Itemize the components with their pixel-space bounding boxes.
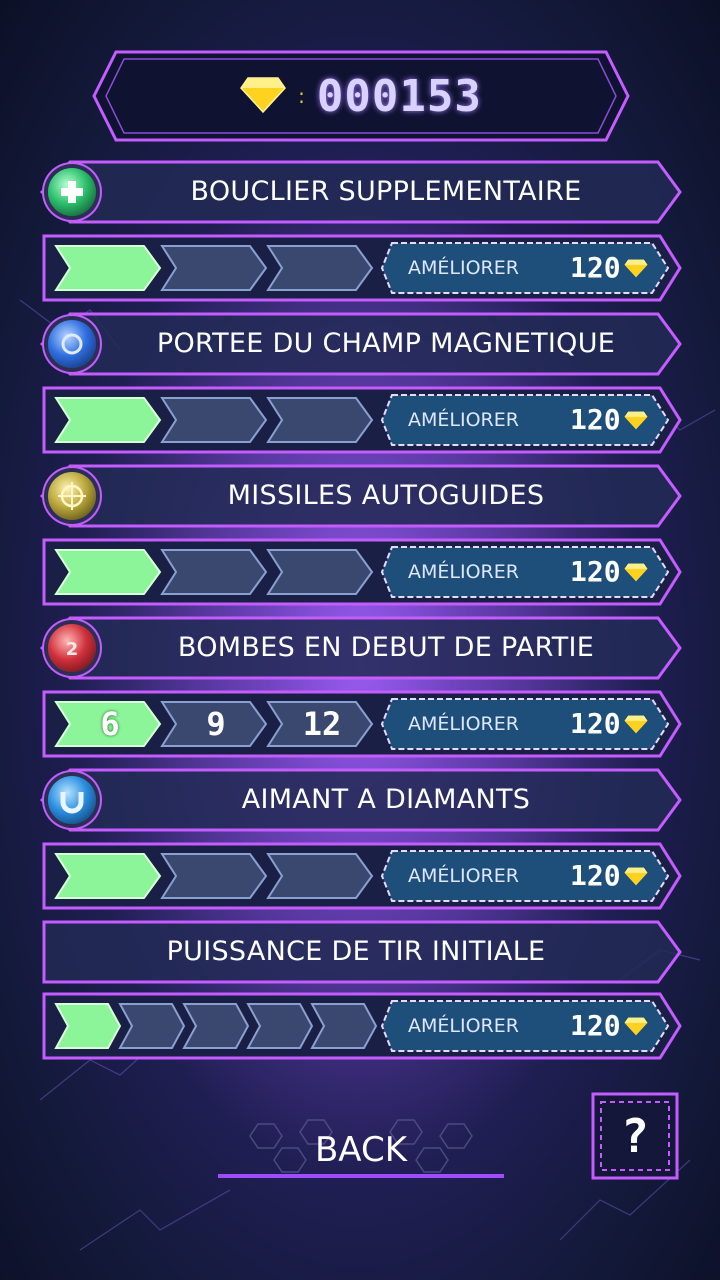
upgrade-level-aimant: AMÉLIORER 120 [40, 842, 682, 910]
upgrade-title-bouclier: BOUCLIER SUPPLEMENTAIRE [40, 160, 682, 224]
level-segment-1-filled [54, 549, 162, 595]
level-segment-2-empty [160, 245, 268, 291]
level-segment-value: 9 [206, 705, 226, 743]
upgrade-level-bombes: 6 9 12 AMÉLIORER 120 [40, 690, 682, 758]
level-segment-3-empty [266, 245, 374, 291]
gem-icon [624, 715, 648, 734]
gem-icon [624, 411, 648, 430]
level-segment-3-empty [266, 549, 374, 595]
upgrade-button[interactable]: AMÉLIORER 120 [380, 393, 670, 447]
upgrade-title-label: BOUCLIER SUPPLEMENTAIRE [190, 176, 582, 207]
gem-count: 000153 [316, 70, 482, 122]
upgrade-level-puissance: AMÉLIORER 120 [40, 992, 682, 1060]
upgrade-cost: 120 [570, 1009, 621, 1042]
bomb-icon: 2 [48, 624, 96, 672]
back-button-label: BACK [314, 1130, 408, 1170]
upgrade-title-aimant: AIMANT A DIAMANTS [40, 768, 682, 832]
upgrade-button-label: AMÉLIORER [408, 257, 519, 279]
back-button[interactable]: BACK [218, 1112, 504, 1184]
gem-icon [624, 1017, 648, 1036]
upgrade-level-portee: AMÉLIORER 120 [40, 386, 682, 454]
upgrade-title-label: BOMBES EN DEBUT DE PARTIE [177, 632, 595, 663]
help-button-label: ? [621, 1109, 649, 1163]
upgrade-title-label: AIMANT A DIAMANTS [241, 784, 531, 815]
upgrade-button[interactable]: AMÉLIORER 120 [380, 545, 670, 599]
upgrade-title-label: PUISSANCE DE TIR INITIALE [166, 936, 546, 967]
upgrade-button[interactable]: AMÉLIORER 120 [380, 999, 670, 1053]
level-segment-1-filled [54, 397, 162, 443]
upgrade-cost: 120 [570, 251, 621, 284]
level-segment-2-empty [160, 397, 268, 443]
upgrade-button-label: AMÉLIORER [408, 561, 519, 583]
level-segment-1-filled [54, 245, 162, 291]
magnet-icon [48, 776, 96, 824]
upgrade-button-label: AMÉLIORER [408, 409, 519, 431]
upgrade-button[interactable]: AMÉLIORER 120 [380, 849, 670, 903]
level-segment-1-filled [54, 853, 162, 899]
upgrade-button[interactable]: AMÉLIORER 120 [380, 241, 670, 295]
crosshair-icon [48, 472, 96, 520]
level-segment-3-empty [266, 397, 374, 443]
level-segment-2-empty [160, 549, 268, 595]
upgrade-title-label: MISSILES AUTOGUIDES [227, 480, 545, 511]
upgrade-cost: 120 [570, 707, 621, 740]
gem-icon [624, 867, 648, 886]
upgrade-title-missiles: MISSILES AUTOGUIDES [40, 464, 682, 528]
upgrade-cost: 120 [570, 859, 621, 892]
gem-icon [240, 74, 287, 118]
upgrade-button-label: AMÉLIORER [408, 865, 519, 887]
upgrade-button-label: AMÉLIORER [408, 1015, 519, 1037]
upgrade-title-bombes: 2 BOMBES EN DEBUT DE PARTIE [40, 616, 682, 680]
gem-counter: : 000153 [92, 50, 630, 142]
shield-plus-icon [48, 168, 96, 216]
upgrade-button[interactable]: AMÉLIORER 120 [380, 697, 670, 751]
upgrade-cost: 120 [570, 555, 621, 588]
upgrade-level-bouclier: AMÉLIORER 120 [40, 234, 682, 302]
level-segment-2-empty [160, 853, 268, 899]
level-segment-value: 6 [100, 705, 120, 743]
upgrade-title-portee: PORTEE DU CHAMP MAGNETIQUE [40, 312, 682, 376]
score-separator-icon: : [298, 84, 305, 108]
help-button[interactable]: ? [591, 1092, 679, 1180]
magnet-field-icon [48, 320, 96, 368]
gem-icon [624, 563, 648, 582]
upgrade-level-missiles: AMÉLIORER 120 [40, 538, 682, 606]
upgrade-title-puissance: PUISSANCE DE TIR INITIALE [40, 920, 682, 984]
upgrade-cost: 120 [570, 403, 621, 436]
level-segment-value: 12 [302, 705, 342, 743]
level-segment-3-empty [266, 853, 374, 899]
svg-text:2: 2 [66, 639, 79, 660]
gem-icon [624, 259, 648, 278]
upgrade-button-label: AMÉLIORER [408, 713, 519, 735]
upgrade-title-label: PORTEE DU CHAMP MAGNETIQUE [156, 328, 616, 359]
